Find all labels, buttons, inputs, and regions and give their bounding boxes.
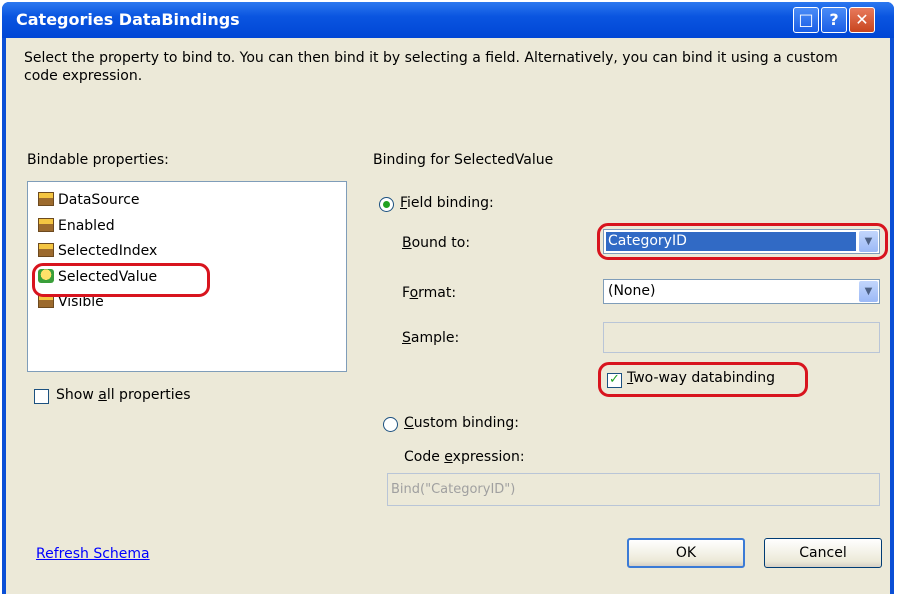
format-label: Format: xyxy=(402,285,457,301)
format-select[interactable]: (None) ▼ xyxy=(603,279,880,304)
bindable-properties-label: Bindable properties: xyxy=(27,152,169,168)
cancel-button[interactable]: Cancel xyxy=(764,538,882,568)
instructions-text: Select the property to bind to. You can … xyxy=(24,50,838,84)
format-value: (None) xyxy=(608,283,656,299)
bound-to-label: Bound to: xyxy=(402,235,471,251)
list-item-label: DataSource xyxy=(58,192,140,208)
property-icon xyxy=(38,192,54,206)
bound-to-highlight xyxy=(597,223,888,260)
list-item-enabled[interactable]: Enabled xyxy=(38,218,115,236)
list-item-datasource[interactable]: DataSource xyxy=(38,192,140,210)
code-expression-field: Bind("CategoryID") xyxy=(387,473,880,506)
property-icon xyxy=(38,243,54,257)
custom-binding-label: Custom binding: xyxy=(404,415,519,431)
maximize-icon: □ xyxy=(798,10,814,29)
list-item-selectedindex[interactable]: SelectedIndex xyxy=(38,243,157,261)
binding-heading: Binding for SelectedValue xyxy=(373,152,554,168)
two-way-highlight xyxy=(598,362,808,397)
window-title: Categories DataBindings xyxy=(16,10,240,29)
field-binding-radio[interactable] xyxy=(379,197,394,212)
code-expression-value: Bind("CategoryID") xyxy=(391,482,516,497)
custom-binding-radio[interactable] xyxy=(383,417,398,432)
chevron-down-icon[interactable]: ▼ xyxy=(859,281,878,302)
help-button[interactable]: ? xyxy=(821,7,847,33)
show-all-label: Show all properties xyxy=(56,387,191,403)
list-item-label: SelectedIndex xyxy=(58,243,158,259)
field-binding-label: Field binding: xyxy=(400,195,494,211)
ok-button[interactable]: OK xyxy=(627,538,745,568)
refresh-schema-link[interactable]: Refresh Schema xyxy=(36,546,150,562)
help-icon: ? xyxy=(829,10,839,29)
selectedvalue-highlight xyxy=(32,263,210,297)
radio-selected-dot xyxy=(383,201,390,208)
title-bar[interactable]: Categories DataBindings □ ? ✕ xyxy=(2,2,894,38)
sample-field xyxy=(603,322,880,353)
list-item-label: Enabled xyxy=(58,218,115,234)
maximize-button[interactable]: □ xyxy=(793,7,819,33)
code-expression-label: Code expression: xyxy=(404,449,525,465)
show-all-checkbox[interactable] xyxy=(34,389,49,404)
close-icon: ✕ xyxy=(855,10,869,29)
sample-label: Sample: xyxy=(402,330,460,346)
close-button[interactable]: ✕ xyxy=(849,7,875,33)
property-icon xyxy=(38,218,54,232)
